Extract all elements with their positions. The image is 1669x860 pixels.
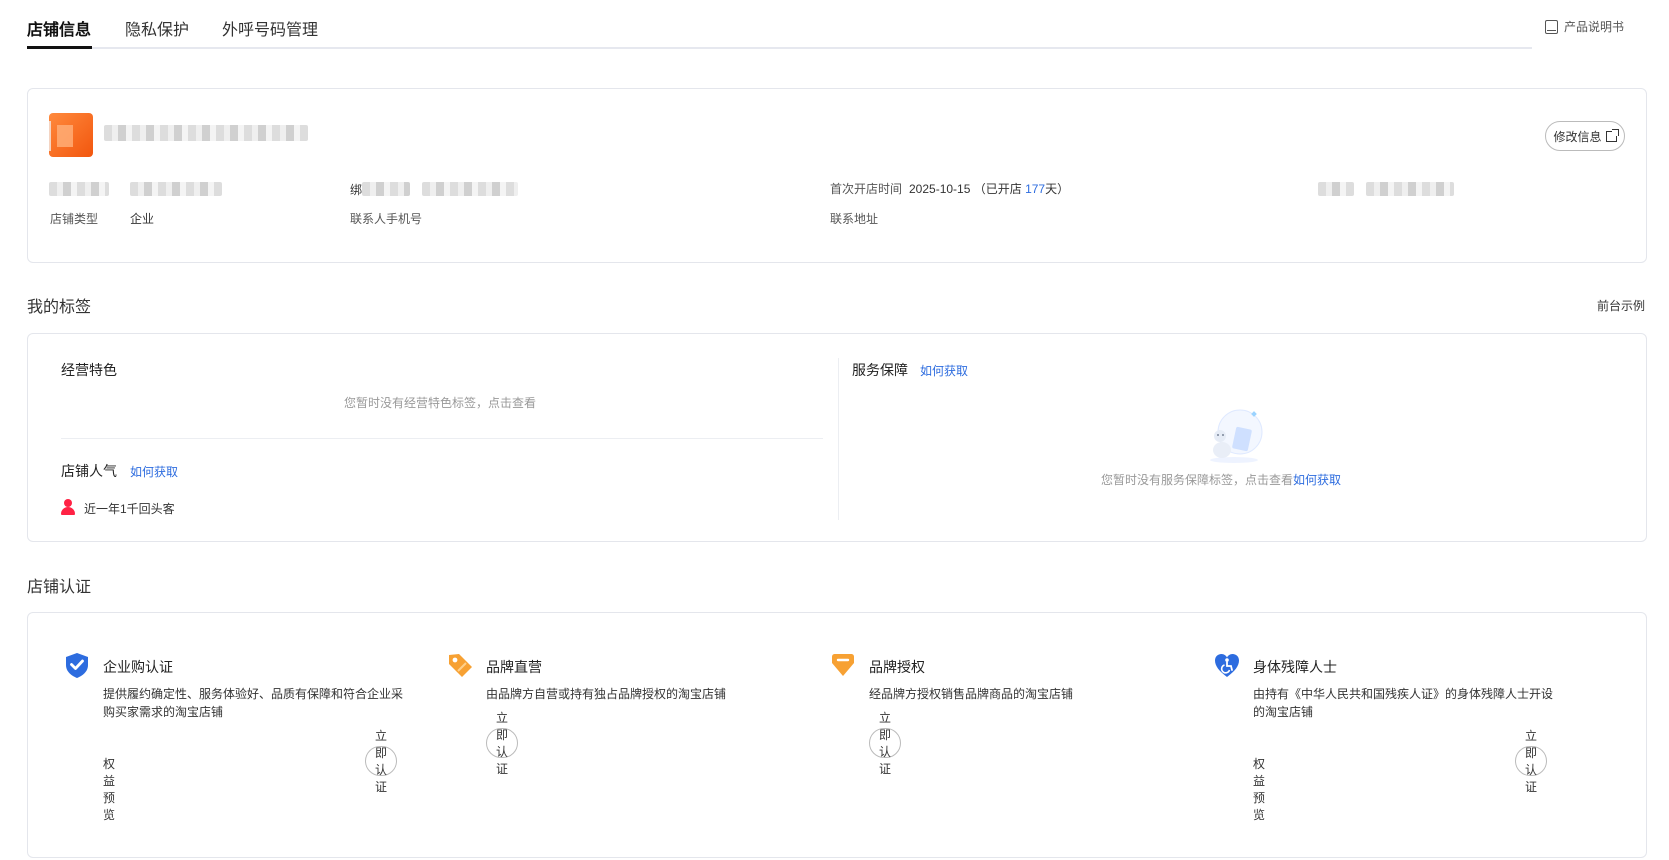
redacted-label-2: [362, 182, 410, 196]
certification-card: 企业购认证 提供履约确定性、服务体验好、品质有保障和符合企业采购买家需求的淘宝店…: [27, 612, 1647, 858]
vertical-divider: [838, 358, 839, 520]
service-how-to-get-link[interactable]: 如何获取: [920, 362, 968, 379]
tags-card: 经营特色 您暂时没有经营特色标签，点击查看 店铺人气 如何获取 近一年1千回头客…: [27, 333, 1647, 542]
top-tabs: 店铺信息 隐私保护 外呼号码管理: [27, 0, 1532, 52]
edit-info-button[interactable]: 修改信息: [1545, 121, 1625, 151]
store-info-card: 修改信息 绑 首次开店时间 2025-10-15 （已开店 177天） 店铺类型…: [27, 88, 1647, 263]
store-type-value: 企业: [130, 212, 155, 226]
accessibility-heart-icon: [1215, 654, 1239, 677]
open-time-label: 首次开店时间: [830, 182, 903, 196]
open-date-value: 2025-10-15 （已开店 177天）: [909, 182, 1070, 196]
cert-title: 品牌直营: [486, 659, 542, 675]
certify-now-button[interactable]: 立即认证: [365, 729, 398, 794]
tab-outbound-numbers[interactable]: 外呼号码管理: [222, 16, 318, 40]
tab-store-info[interactable]: 店铺信息: [27, 16, 91, 40]
tag-icon: [449, 654, 472, 677]
external-link-icon: [1605, 128, 1619, 142]
cert-title: 企业购认证: [103, 659, 173, 675]
business-empty-text[interactable]: 您暂时没有经营特色标签，点击查看: [344, 394, 536, 411]
open-days-count: 177: [1025, 182, 1046, 196]
certify-now-button[interactable]: 立即认证: [1515, 729, 1548, 794]
my-tags-title: 我的标签: [27, 299, 92, 316]
store-popularity-title: 店铺人气: [61, 463, 117, 479]
service-guarantee-title: 服务保障: [852, 362, 908, 378]
redacted-label-3: [1318, 182, 1354, 196]
cert-title: 身体残障人士: [1253, 659, 1337, 675]
service-empty-text: 您暂时没有服务保障标签，点击查看如何获取: [1101, 473, 1342, 487]
frontend-example-link[interactable]: 前台示例: [1597, 297, 1645, 314]
product-manual-label: 产品说明书: [1564, 20, 1625, 34]
store-logo: [49, 113, 93, 157]
cert-description: 提供履约确定性、服务体验好、品质有保障和符合企业采购买家需求的淘宝店铺: [103, 687, 404, 719]
tab-track: [92, 47, 1532, 49]
cert-description: 由品牌方自营或持有独占品牌授权的淘宝店铺: [486, 687, 727, 701]
service-empty-how-to-get-link[interactable]: 如何获取: [1293, 473, 1341, 487]
empty-state-illustration: [1210, 409, 1263, 463]
divider: [61, 438, 823, 439]
redacted-value-3: [1366, 182, 1454, 196]
cert-title: 品牌授权: [869, 659, 925, 675]
store-name-redacted: [104, 125, 308, 141]
redacted-value-2: [422, 182, 518, 196]
user-repeat-icon: [61, 499, 75, 515]
store-type-label: 店铺类型: [50, 212, 99, 226]
business-features-title: 经营特色: [61, 362, 117, 378]
diamond-badge-icon: [832, 654, 854, 676]
book-icon: [1545, 19, 1558, 34]
shield-check-icon: [66, 653, 88, 678]
redacted-value-1: [130, 182, 222, 196]
edit-info-label: 修改信息: [1553, 129, 1602, 144]
cert-description: 由持有《中华人民共和国残疾人证》的身体残障人士开设的淘宝店铺: [1253, 687, 1554, 719]
cert-description: 经品牌方授权销售品牌商品的淘宝店铺: [869, 687, 1074, 701]
contact-phone-label: 联系人手机号: [350, 212, 423, 226]
certification-title: 店铺认证: [27, 579, 92, 596]
tab-privacy[interactable]: 隐私保护: [125, 16, 189, 40]
certify-now-button[interactable]: 立即认证: [869, 711, 902, 776]
benefits-preview-link[interactable]: 权益预览: [1253, 755, 1265, 823]
benefits-preview-link[interactable]: 权益预览: [103, 755, 115, 823]
active-tab-indicator: [27, 46, 92, 49]
repeat-customers-text: 近一年1千回头客: [84, 502, 175, 516]
product-manual-link[interactable]: 产品说明书: [1545, 18, 1624, 35]
certify-now-button[interactable]: 立即认证: [486, 711, 519, 776]
popularity-how-to-get-link[interactable]: 如何获取: [130, 463, 178, 480]
partial-label: 绑: [350, 183, 363, 197]
contact-address-label: 联系地址: [830, 212, 879, 226]
redacted-label-1: [49, 182, 109, 196]
